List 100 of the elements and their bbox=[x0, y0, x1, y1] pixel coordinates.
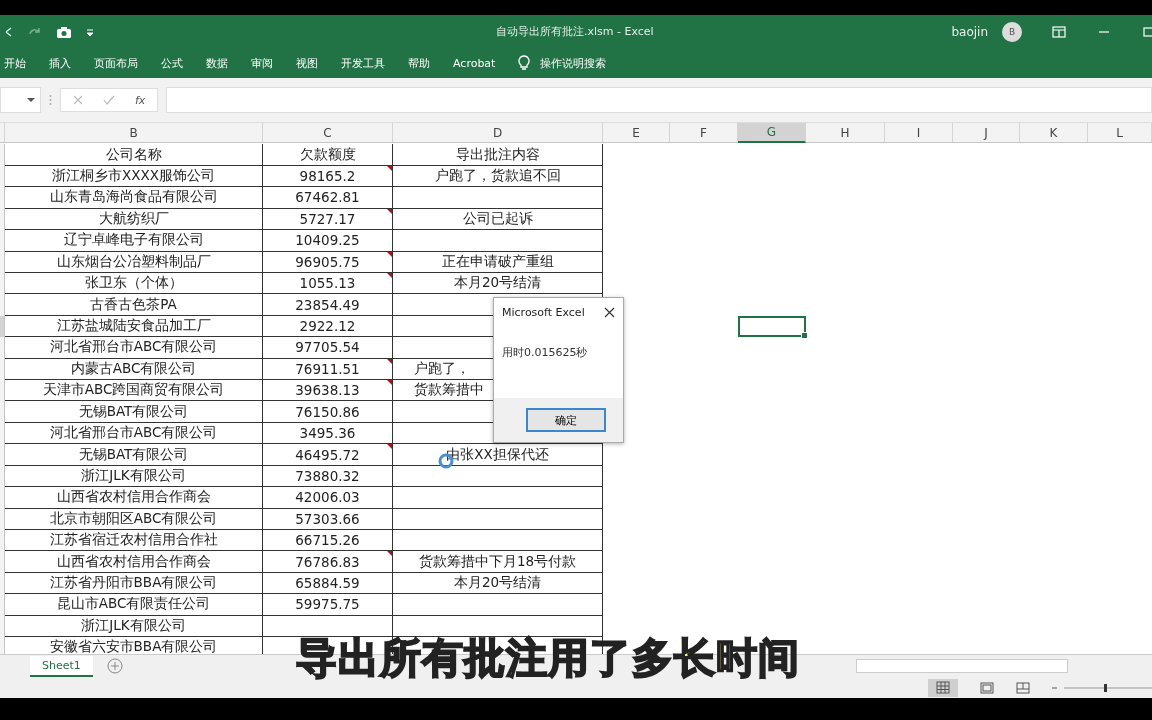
column-header[interactable]: K bbox=[1020, 123, 1088, 143]
ribbon-tab[interactable]: 公式 bbox=[161, 55, 183, 71]
table-cell: 76786.83 bbox=[263, 551, 393, 573]
table-cell: 59975.75 bbox=[263, 594, 393, 616]
table-cell: 97705.54 bbox=[263, 337, 393, 359]
table-cell: 山西省农村信用合作商会 bbox=[5, 487, 263, 509]
table-cell: 65884.59 bbox=[263, 572, 393, 595]
ribbon-tab[interactable]: 插入 bbox=[49, 55, 71, 71]
table-cell: 山东烟台公冶塑料制品厂 bbox=[5, 251, 263, 273]
ribbon-tab[interactable]: 页面布局 bbox=[94, 55, 138, 71]
table-cell: 42006.03 bbox=[263, 487, 393, 509]
ribbon-tab[interactable]: 开发工具 bbox=[341, 55, 385, 71]
table-cell: 古香古色茶PA bbox=[5, 294, 263, 316]
table-cell: 无锡BAT有限公司 bbox=[5, 444, 263, 466]
table-cell: 10409.25 bbox=[263, 230, 393, 252]
ribbon-tab[interactable]: 帮助 bbox=[408, 55, 430, 71]
table-cell: 公司已起诉 bbox=[393, 208, 603, 231]
camera-icon[interactable] bbox=[56, 25, 72, 38]
table-cell: 无锡BAT有限公司 bbox=[5, 401, 263, 423]
table-cell: 浙江桐乡市XXXX服饰公司 bbox=[5, 165, 263, 188]
table-cell: 欠款额度 bbox=[263, 144, 393, 166]
normal-view-icon[interactable] bbox=[928, 678, 958, 697]
table-cell: 5727.17 bbox=[263, 208, 393, 231]
check-icon[interactable] bbox=[103, 95, 115, 105]
table-cell: 73880.32 bbox=[263, 465, 393, 488]
table-cell: 山东青岛海尚食品有限公司 bbox=[5, 187, 263, 209]
avatar[interactable]: B bbox=[1002, 21, 1022, 42]
table-cell: 46495.72 bbox=[263, 444, 393, 466]
table-cell: 正在申请破产重组 bbox=[393, 251, 603, 273]
table-cell: 浙江JLK有限公司 bbox=[5, 465, 263, 488]
sheet-tab[interactable]: Sheet1 bbox=[30, 655, 93, 677]
row-header[interactable] bbox=[0, 144, 5, 166]
table-cell: 2922.12 bbox=[263, 315, 393, 338]
table-cell: 山西省农村信用合作商会 bbox=[5, 551, 263, 573]
column-header[interactable]: E bbox=[603, 123, 670, 143]
table-cell: 96905.75 bbox=[263, 251, 393, 273]
ribbon-tab[interactable]: 开始 bbox=[4, 55, 26, 71]
video-caption: 导出所有批注用了多长时间 bbox=[296, 638, 800, 679]
table-cell: 98165.2 bbox=[263, 165, 393, 188]
table-cell: 67462.81 bbox=[263, 187, 393, 209]
table-cell: 江苏省丹阳市BBA有限公司 bbox=[5, 572, 263, 595]
table-cell: 66715.26 bbox=[263, 530, 393, 552]
dialog-title: Microsoft Excel bbox=[502, 306, 585, 319]
dropdown-icon[interactable] bbox=[27, 97, 35, 103]
table-cell: 货款筹措中下月18号付款 bbox=[393, 551, 603, 573]
column-header[interactable]: F bbox=[670, 123, 738, 143]
close-icon[interactable] bbox=[604, 307, 615, 318]
add-sheet-icon[interactable] bbox=[106, 658, 123, 674]
ok-button[interactable]: 确定 bbox=[526, 408, 606, 432]
table-cell: 昆山市ABC有限责任公司 bbox=[5, 594, 263, 616]
column-header[interactable]: I bbox=[885, 123, 953, 143]
select-all-corner[interactable] bbox=[0, 123, 5, 143]
column-header[interactable]: H bbox=[806, 123, 885, 143]
horizontal-scrollbar[interactable] bbox=[856, 659, 1068, 673]
ribbon-tab[interactable]: Acrobat bbox=[453, 56, 496, 70]
table-cell: 导出批注内容 bbox=[393, 144, 603, 166]
row-header[interactable] bbox=[0, 337, 5, 359]
table-cell: 3495.36 bbox=[263, 422, 393, 445]
page-break-icon[interactable] bbox=[1016, 681, 1030, 694]
table-cell: 天津市ABC跨国商贸有限公司 bbox=[5, 380, 263, 402]
ribbon-tab[interactable]: 数据 bbox=[206, 55, 228, 71]
table-cell: 76150.86 bbox=[263, 401, 393, 423]
column-header[interactable]: D bbox=[393, 123, 603, 143]
row-header[interactable] bbox=[0, 637, 5, 654]
table-cell: 内蒙古ABC有限公司 bbox=[5, 358, 263, 381]
customize-icon[interactable] bbox=[86, 26, 94, 37]
column-header[interactable]: J bbox=[953, 123, 1020, 143]
zoom-slider-icon[interactable] bbox=[1052, 682, 1152, 693]
restore-icon[interactable] bbox=[1142, 25, 1152, 38]
table-cell: 浙江JLK有限公司 bbox=[5, 615, 263, 638]
table-cell: 1055.13 bbox=[263, 272, 393, 295]
column-header[interactable]: B bbox=[5, 123, 263, 143]
column-header[interactable]: C bbox=[263, 123, 393, 143]
ribbon-display-icon[interactable] bbox=[1052, 25, 1066, 38]
lightbulb-icon[interactable] bbox=[518, 55, 531, 71]
table-cell: 76911.51 bbox=[263, 358, 393, 381]
table-cell: 户跑了，货款追不回 bbox=[393, 165, 603, 188]
table-cell: 江苏省宿迁农村信用合作社 bbox=[5, 530, 263, 552]
table-cell: 本月20号结清 bbox=[393, 272, 603, 295]
insert-function-button[interactable]: fx bbox=[135, 93, 146, 107]
page-layout-icon[interactable] bbox=[980, 681, 994, 694]
cancel-icon[interactable] bbox=[73, 95, 83, 105]
ribbon-tab[interactable]: 审阅 bbox=[251, 55, 273, 71]
table-cell: 河北省邢台市ABC有限公司 bbox=[5, 337, 263, 359]
table-cell: 北京市朝阳区ABC有限公司 bbox=[5, 508, 263, 530]
formula-input[interactable] bbox=[166, 87, 1152, 113]
more-icon bbox=[49, 94, 52, 106]
row-header[interactable] bbox=[0, 315, 5, 338]
table-cell: 本月20号结清 bbox=[393, 572, 603, 595]
row-header[interactable] bbox=[0, 294, 5, 316]
tell-me-search[interactable]: 操作说明搜索 bbox=[540, 55, 607, 71]
user-name: baojin bbox=[951, 24, 988, 39]
ribbon-tab[interactable]: 视图 bbox=[296, 55, 318, 71]
column-header[interactable]: G bbox=[738, 123, 806, 143]
column-header[interactable]: L bbox=[1088, 123, 1152, 143]
table-cell: 河北省邢台市ABC有限公司 bbox=[5, 422, 263, 445]
table-cell: 辽宁卓峰电子有限公司 bbox=[5, 230, 263, 252]
table-cell: 39638.13 bbox=[263, 380, 393, 402]
window-title: 自动导出所有批注.xlsm - Excel bbox=[495, 24, 655, 39]
table-cell: 大航纺织厂 bbox=[5, 208, 263, 231]
